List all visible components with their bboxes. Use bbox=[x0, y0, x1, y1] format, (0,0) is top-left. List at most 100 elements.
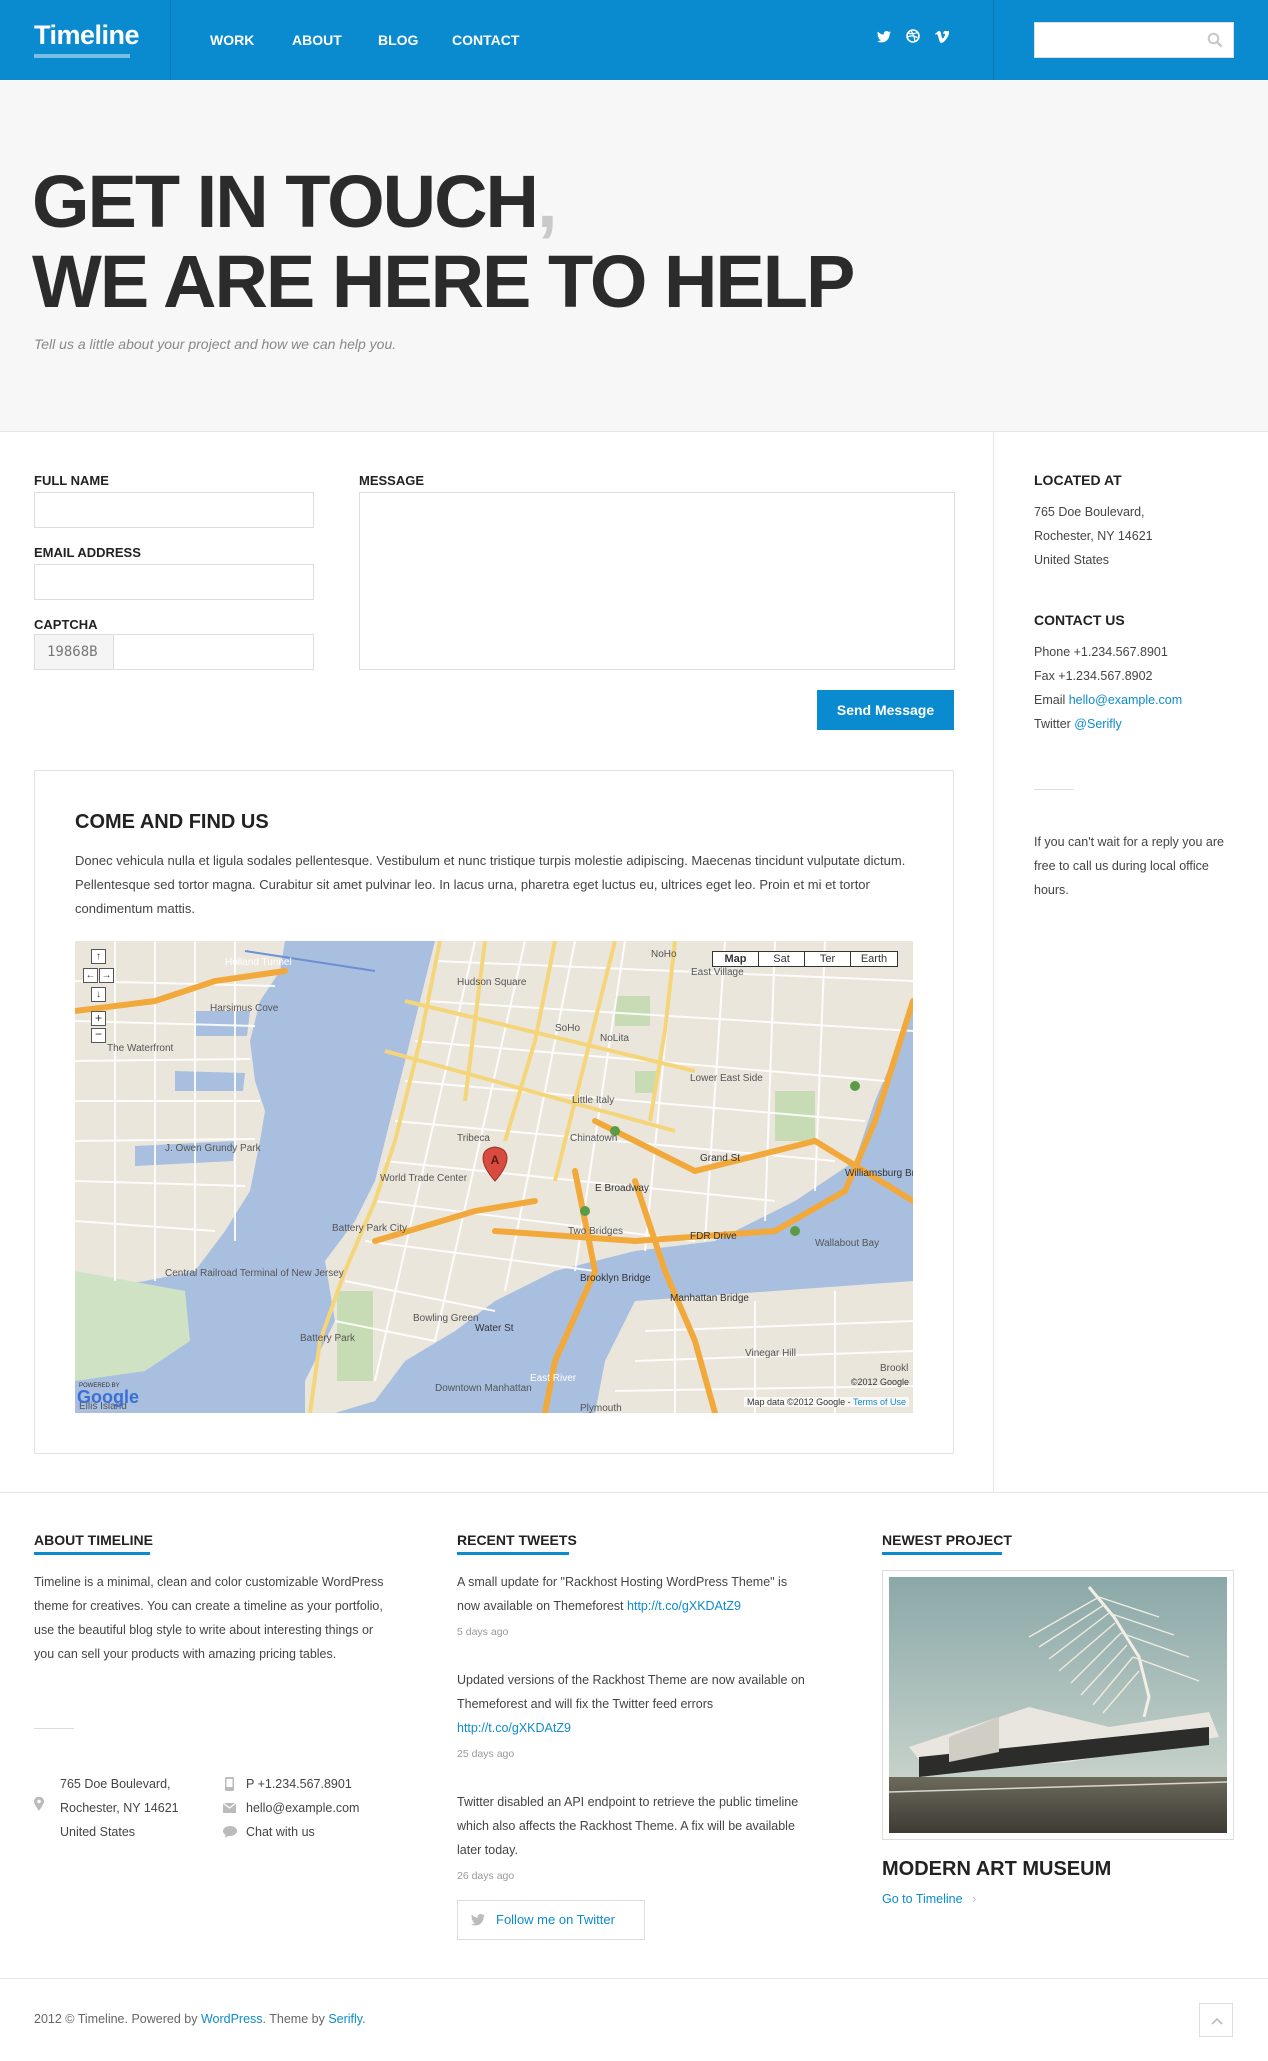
captcha-label: CAPTCHA bbox=[34, 617, 98, 632]
full-name-field[interactable] bbox=[34, 492, 314, 528]
footer-email-link[interactable]: hello@example.com bbox=[246, 1796, 359, 1820]
wordpress-link[interactable]: WordPress bbox=[201, 2012, 263, 2026]
search-icon[interactable] bbox=[1207, 32, 1223, 53]
sidebar-divider-short bbox=[1034, 789, 1074, 790]
tweet-text: A small update for "Rackhost Hosting Wor… bbox=[457, 1575, 788, 1613]
map-type-map[interactable]: Map bbox=[713, 952, 759, 966]
map-label: Grand St bbox=[700, 1153, 740, 1164]
map-label: Wallabout Bay bbox=[815, 1238, 879, 1249]
find-us-title: COME AND FIND US bbox=[75, 811, 269, 833]
map-label: FDR Drive bbox=[690, 1231, 737, 1242]
chat-link[interactable]: Chat with us bbox=[246, 1820, 315, 1844]
twitter-icon bbox=[471, 1914, 485, 1926]
nav-contact[interactable]: CONTACT bbox=[452, 32, 519, 48]
chat-icon bbox=[223, 1826, 237, 1838]
twitter-icon[interactable] bbox=[873, 28, 895, 50]
sidebar-fax: Fax +1.234.567.8902 bbox=[1034, 669, 1153, 683]
map[interactable]: A Holland Tunnel Hudson Square SoHo NoLi… bbox=[75, 941, 913, 1413]
map-nav-controls: ↑ ← → ↓ + − bbox=[83, 949, 114, 1047]
about-text: Timeline is a minimal, clean and color c… bbox=[34, 1575, 384, 1661]
location-pin-icon bbox=[34, 1797, 44, 1811]
captcha-field[interactable] bbox=[113, 634, 314, 670]
hero-title-line1: GET IN TOUCH, bbox=[32, 160, 558, 243]
pan-up-icon[interactable]: ↑ bbox=[91, 949, 106, 964]
tweet-text: Updated versions of the Rackhost Theme a… bbox=[457, 1673, 805, 1735]
header-divider bbox=[170, 0, 171, 80]
footer-address-line: 765 Doe Boulevard, bbox=[60, 1777, 171, 1791]
project-image-frame[interactable] bbox=[882, 1570, 1234, 1840]
map-label: Brookl bbox=[880, 1363, 908, 1374]
sidebar-email-row: Email hello@example.com bbox=[1034, 693, 1183, 707]
map-label: Battery Park bbox=[300, 1333, 356, 1344]
map-marker-label: A bbox=[491, 1153, 500, 1167]
pan-right-icon[interactable]: → bbox=[99, 968, 114, 983]
nav-blog[interactable]: BLOG bbox=[378, 32, 418, 48]
about-title: ABOUT TIMELINE bbox=[34, 1532, 153, 1548]
map-label: Lower East Side bbox=[690, 1073, 763, 1084]
tweet-date: 5 days ago bbox=[457, 1626, 509, 1638]
tweet-link[interactable]: http://t.co/gXKDAtZ9 bbox=[457, 1721, 571, 1735]
map-type-sat[interactable]: Sat bbox=[759, 952, 805, 966]
project-image[interactable] bbox=[888, 1577, 1228, 1833]
find-us-box: COME AND FIND US Donec vehicula nulla et… bbox=[34, 770, 954, 1454]
map-type-earth[interactable]: Earth bbox=[851, 952, 897, 966]
map-label: The Waterfront bbox=[107, 1043, 174, 1054]
email-label: EMAIL ADDRESS bbox=[34, 545, 141, 560]
pan-down-icon[interactable]: ↓ bbox=[91, 987, 106, 1002]
map-canvas[interactable]: A Holland Tunnel Hudson Square SoHo NoLi… bbox=[75, 941, 913, 1413]
sidebar-email-link[interactable]: hello@example.com bbox=[1069, 693, 1182, 707]
map-attribution: Map data ©2012 Google - Terms of Use bbox=[743, 1397, 909, 1407]
sidebar-twitter-link[interactable]: @Serifly bbox=[1074, 717, 1121, 731]
sidebar-address-line: 765 Doe Boulevard, bbox=[1034, 505, 1145, 519]
zoom-out-icon[interactable]: − bbox=[91, 1028, 106, 1043]
map-terms-link[interactable]: Terms of Use bbox=[853, 1397, 906, 1407]
sidebar-phone: Phone +1.234.567.8901 bbox=[1034, 645, 1168, 659]
zoom-in-icon[interactable]: + bbox=[91, 1011, 106, 1026]
hero-subtitle: Tell us a little about your project and … bbox=[34, 336, 397, 352]
recent-tweets-title: RECENT TWEETS bbox=[457, 1532, 577, 1548]
nav-about[interactable]: ABOUT bbox=[292, 32, 342, 48]
copyright-divider bbox=[0, 1978, 1268, 1979]
dribbble-icon[interactable] bbox=[902, 28, 924, 50]
pan-left-icon[interactable]: ← bbox=[83, 968, 98, 983]
site-header: Timeline WORK ABOUT BLOG CONTACT bbox=[0, 0, 1268, 80]
copyright-text: 2012 © Timeline. Powered by WordPress. T… bbox=[34, 2012, 366, 2026]
vimeo-icon[interactable] bbox=[931, 28, 953, 50]
email-field[interactable] bbox=[34, 564, 314, 600]
map-label: Williamsburg Br bbox=[845, 1168, 913, 1179]
located-at-title: LOCATED AT bbox=[1034, 472, 1122, 488]
map-label: Tribeca bbox=[457, 1133, 490, 1144]
chevron-up-icon bbox=[1211, 2017, 1223, 2025]
send-message-button[interactable]: Send Message bbox=[817, 690, 954, 730]
map-type-ter[interactable]: Ter bbox=[805, 952, 851, 966]
map-label: East River bbox=[530, 1373, 577, 1384]
map-label: Holland Tunnel bbox=[225, 957, 292, 968]
tweets-title-underline bbox=[457, 1552, 569, 1555]
serifly-link[interactable]: Serifly bbox=[328, 2012, 362, 2026]
sidebar-address-line: United States bbox=[1034, 553, 1110, 567]
contact-us-title: CONTACT US bbox=[1034, 612, 1125, 628]
back-to-top-button[interactable] bbox=[1199, 2003, 1233, 2037]
google-logo: Google bbox=[77, 1387, 139, 1407]
follow-twitter-button[interactable]: Follow me on Twitter bbox=[457, 1900, 645, 1940]
mail-icon bbox=[223, 1803, 236, 1813]
search-input[interactable] bbox=[1035, 23, 1195, 57]
map-label: Brooklyn Bridge bbox=[580, 1273, 651, 1284]
map-label: J. Owen Grundy Park bbox=[165, 1143, 262, 1154]
search-box bbox=[1034, 22, 1234, 58]
sidebar-divider bbox=[993, 432, 994, 1492]
map-copyright: ©2012 Google bbox=[850, 1377, 909, 1387]
footer-address-line: United States bbox=[60, 1825, 136, 1839]
nav-work[interactable]: WORK bbox=[210, 32, 254, 48]
map-label: Vinegar Hill bbox=[745, 1348, 796, 1359]
message-field[interactable] bbox=[359, 492, 955, 670]
tweet-text: Twitter disabled an API endpoint to retr… bbox=[457, 1795, 799, 1857]
go-to-timeline-link[interactable]: Go to Timeline › bbox=[882, 1892, 976, 1906]
map-label: SoHo bbox=[555, 1023, 580, 1034]
tweet-link[interactable]: http://t.co/gXKDAtZ9 bbox=[627, 1599, 741, 1613]
site-logo[interactable]: Timeline bbox=[34, 20, 140, 51]
about-title-underline bbox=[34, 1552, 150, 1555]
map-label: Bowling Green bbox=[413, 1313, 479, 1324]
sidebar-note: If you can't wait for a reply you are fr… bbox=[1034, 835, 1224, 897]
map-label: Hudson Square bbox=[457, 977, 527, 988]
